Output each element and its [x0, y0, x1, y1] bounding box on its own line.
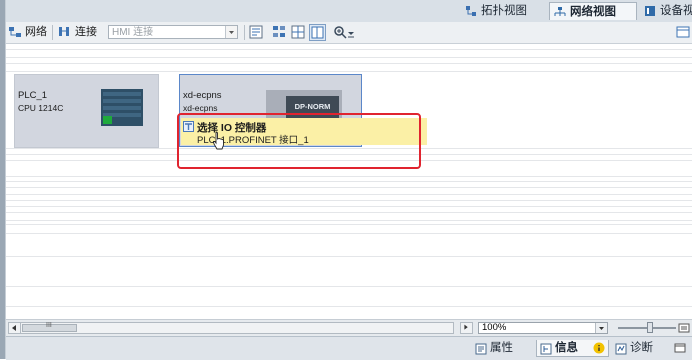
plc-module-icon: [101, 89, 143, 126]
zoom-icon[interactable]: [333, 25, 347, 39]
tab-info-label: 信息: [555, 342, 578, 354]
panel-restore-icon[interactable]: [674, 342, 686, 354]
zoom-level-dropdown[interactable]: 100%: [478, 322, 608, 334]
topology-view-icon: [466, 6, 476, 16]
info-icon: [540, 343, 552, 355]
network-toolbar: 网络 连接 HMI 连接: [6, 22, 692, 44]
diagnostics-icon: [615, 343, 627, 355]
device-type: xd-ecpns: [183, 103, 218, 113]
grid-line: [6, 212, 692, 213]
grid-line: [6, 176, 692, 177]
horizontal-scrollbar[interactable]: III: [8, 322, 454, 334]
grid-line: [6, 220, 692, 221]
show-addresses-icon[interactable]: [249, 25, 263, 39]
view-tab-strip: 拓扑视图 网络视图 设备视: [6, 0, 692, 23]
grid-line: [6, 71, 692, 72]
device-name: xd-ecpns: [183, 90, 222, 101]
grid-line: [6, 187, 692, 188]
grid-layout-icon[interactable]: [291, 25, 305, 39]
network-overview-icon[interactable]: [272, 25, 286, 39]
table-view-toggle[interactable]: [309, 24, 326, 41]
connect-icon: [59, 27, 69, 36]
hmi-connection-value: HMI 连接: [112, 27, 154, 38]
grid-line: [6, 224, 692, 225]
grid-line: [6, 49, 692, 50]
toolbar-separator: [52, 25, 53, 40]
network-canvas[interactable]: PLC_1 CPU 1214C xd-ecpns xd-ecpns DP-NOR…: [6, 44, 692, 317]
device-view-icon: [645, 6, 655, 16]
grid-line: [6, 233, 692, 234]
tab-device-view[interactable]: 设备视: [640, 2, 692, 20]
tab-topology-view[interactable]: 拓扑视图: [461, 2, 545, 20]
grid-line: [6, 206, 692, 207]
grid-line: [6, 57, 692, 58]
scroll-right-button[interactable]: [460, 322, 473, 334]
zoom-fit-icon[interactable]: [678, 322, 690, 334]
device-name: PLC_1: [18, 90, 48, 101]
canvas-status-row: III 100%: [6, 319, 692, 336]
device-plc-1[interactable]: PLC_1 CPU 1214C: [14, 74, 159, 148]
tab-info[interactable]: 信息: [536, 340, 609, 357]
dropdown-arrow-icon[interactable]: [595, 323, 607, 333]
zoom-slider-knob[interactable]: [647, 322, 653, 333]
properties-icon: [475, 343, 487, 355]
grid-line: [6, 181, 692, 182]
grid-line: [6, 286, 692, 287]
tab-properties-label: 属性: [490, 342, 513, 354]
zoom-level-value: 100%: [482, 322, 507, 333]
tab-topology-label: 拓扑视图: [481, 5, 527, 17]
grid-line: [6, 306, 692, 307]
grid-line: [6, 200, 692, 201]
tab-network-label: 网络视图: [570, 6, 616, 18]
tab-diagnostics-label: 诊断: [630, 342, 653, 354]
panel-options-icon[interactable]: [676, 25, 690, 39]
tab-diagnostics[interactable]: 诊断: [612, 340, 664, 357]
table-view-icon: [311, 26, 324, 39]
network-icon: [9, 27, 21, 37]
hand-cursor-icon: [212, 131, 224, 150]
device-type: CPU 1214C: [18, 103, 64, 113]
dropdown-arrow-icon[interactable]: [225, 26, 237, 38]
grid-line: [6, 194, 692, 195]
scrollbar-grip: III: [46, 322, 52, 329]
scrollbar-thumb[interactable]: III: [22, 322, 77, 332]
connect-button[interactable]: 连接: [75, 25, 97, 40]
info-badge-icon: [593, 342, 605, 354]
tab-properties[interactable]: 属性: [472, 340, 530, 357]
tab-network-view[interactable]: 网络视图: [549, 2, 637, 20]
inspector-tab-strip: 属性 信息 诊断: [6, 336, 692, 360]
grid-line: [6, 63, 692, 64]
hmi-connection-dropdown[interactable]: HMI 连接: [108, 25, 238, 39]
tab-device-label: 设备视: [660, 5, 692, 17]
zoom-menu-arrow-icon[interactable]: [347, 25, 355, 39]
toolbar-separator: [244, 25, 245, 40]
network-view-icon: [554, 7, 566, 16]
grid-line: [6, 256, 692, 257]
scroll-left-button[interactable]: [9, 323, 21, 333]
network-button[interactable]: 网络: [25, 25, 47, 40]
